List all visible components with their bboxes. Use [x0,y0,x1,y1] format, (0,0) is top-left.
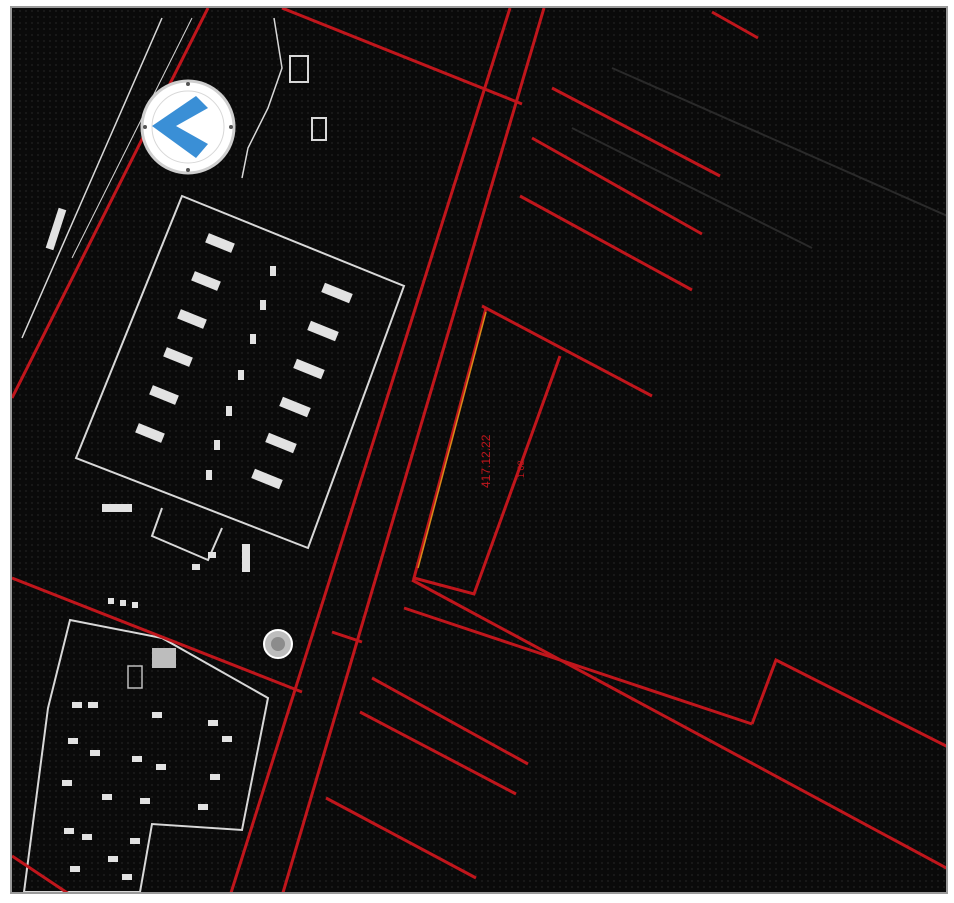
parcel-label: 417.12.22 [479,434,493,488]
parcel-label-small: 1 03 [516,460,526,478]
circle-marker-icon[interactable] [263,629,293,659]
navigation-arrow-icon[interactable] [140,79,236,175]
map-svg: 417.12.22 1 03 [12,8,946,892]
marker-post [242,544,250,572]
map-canvas[interactable]: 417.12.22 1 03 [10,6,948,894]
